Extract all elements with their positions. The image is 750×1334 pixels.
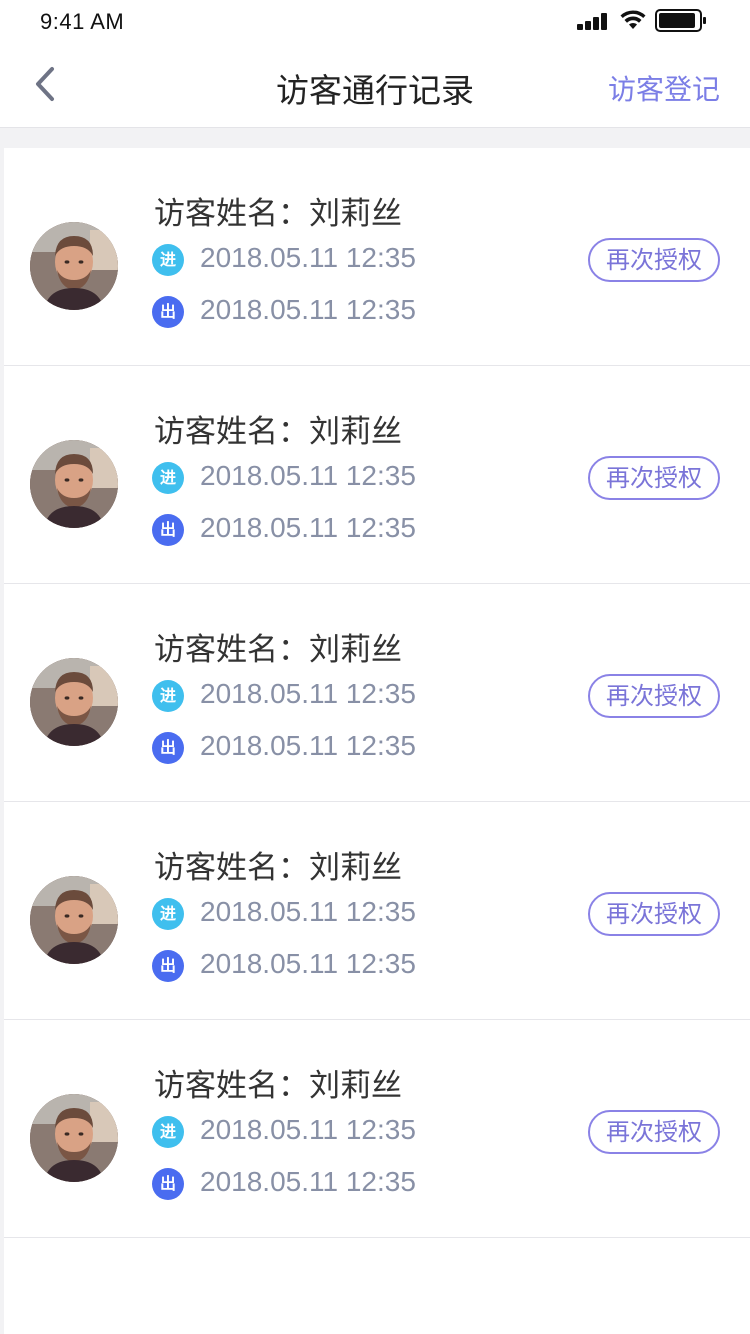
reauthorize-button[interactable]: 再次授权	[588, 456, 720, 500]
visitor-name: 访客姓名：刘莉丝	[154, 196, 402, 232]
entry-badge: 进	[152, 680, 184, 712]
entry-time: 2018.05.11 12:35	[200, 678, 416, 709]
entry-time: 2018.05.11 12:35	[200, 896, 416, 927]
avatar	[30, 440, 118, 528]
visitor-name: 访客姓名：刘莉丝	[154, 414, 402, 450]
visitor-card: 访客姓名：刘莉丝 进 2018.05.11 12:35 出 2018.05.11…	[4, 584, 750, 802]
reauthorize-button[interactable]: 再次授权	[588, 238, 720, 282]
exit-time: 2018.05.11 12:35	[200, 512, 416, 543]
avatar	[30, 1094, 118, 1182]
reauthorize-button[interactable]: 再次授权	[588, 674, 720, 718]
entry-badge: 进	[152, 244, 184, 276]
visitor-card: 访客姓名：刘莉丝 进 2018.05.11 12:35 出 2018.05.11…	[4, 148, 750, 366]
status-time: 9:41 AM	[40, 9, 125, 34]
exit-time: 2018.05.11 12:35	[200, 1166, 416, 1197]
navigation-bar: 访客通行记录 访客登记	[0, 44, 750, 128]
visitor-card: 访客姓名：刘莉丝 进 2018.05.11 12:35 出 2018.05.11…	[4, 802, 750, 1020]
exit-badge: 出	[152, 1168, 184, 1200]
exit-badge: 出	[152, 296, 184, 328]
entry-badge: 进	[152, 1116, 184, 1148]
signal-icon	[577, 12, 611, 30]
entry-time: 2018.05.11 12:35	[200, 1114, 416, 1145]
visitor-name: 访客姓名：刘莉丝	[154, 1068, 402, 1104]
avatar	[30, 658, 118, 746]
entry-badge: 进	[152, 898, 184, 930]
exit-badge: 出	[152, 514, 184, 546]
status-bar: 9:41 AM	[0, 0, 750, 44]
entry-time: 2018.05.11 12:35	[200, 242, 416, 273]
avatar	[30, 876, 118, 964]
exit-badge: 出	[152, 732, 184, 764]
battery-icon	[655, 9, 706, 32]
reauthorize-button[interactable]: 再次授权	[588, 1110, 720, 1154]
visitor-name: 访客姓名：刘莉丝	[154, 632, 402, 668]
visitor-register-button[interactable]: 访客登记	[608, 68, 720, 108]
entry-time: 2018.05.11 12:35	[200, 460, 416, 491]
exit-time: 2018.05.11 12:35	[200, 730, 416, 761]
visitor-card: 访客姓名：刘莉丝 进 2018.05.11 12:35 出 2018.05.11…	[4, 366, 750, 584]
exit-time: 2018.05.11 12:35	[200, 294, 416, 325]
wifi-icon	[620, 10, 646, 29]
visitor-records-screen: 9:41 AM 访客通行记录 访客登记 访客姓名：刘莉丝 进 2018.05.1…	[0, 0, 750, 1334]
exit-badge: 出	[152, 950, 184, 982]
exit-time: 2018.05.11 12:35	[200, 948, 416, 979]
visitor-name: 访客姓名：刘莉丝	[154, 850, 402, 886]
reauthorize-button[interactable]: 再次授权	[588, 892, 720, 936]
visitor-list: 访客姓名：刘莉丝 进 2018.05.11 12:35 出 2018.05.11…	[4, 148, 750, 1334]
avatar	[30, 222, 118, 310]
entry-badge: 进	[152, 462, 184, 494]
visitor-card: 访客姓名：刘莉丝 进 2018.05.11 12:35 出 2018.05.11…	[4, 1020, 750, 1238]
